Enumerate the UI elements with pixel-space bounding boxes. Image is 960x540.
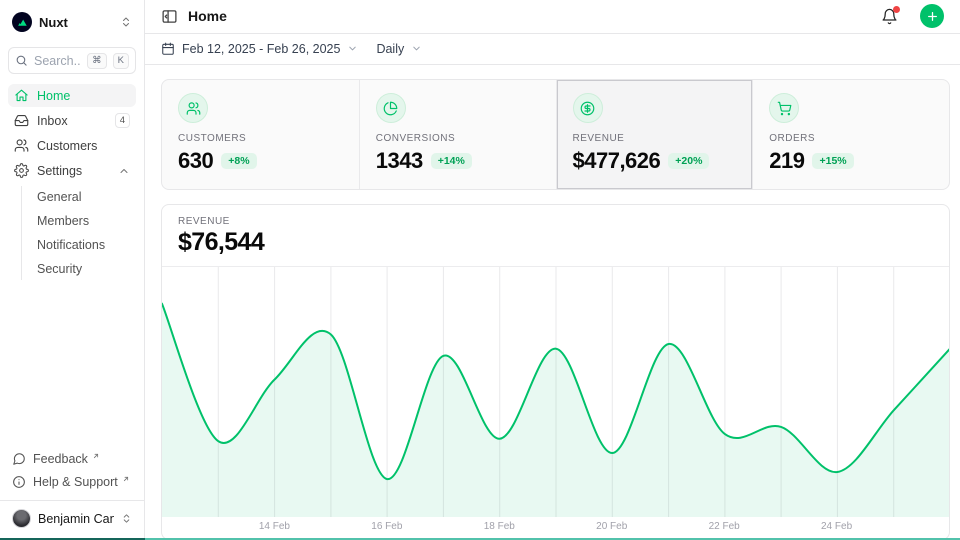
- chart-plot-area[interactable]: [162, 267, 949, 517]
- sidebar-nav: Home Inbox 4 Customers Settings: [8, 84, 136, 280]
- stat-card-revenue[interactable]: REVENUE $477,626 +20%: [556, 80, 753, 189]
- x-axis-tick: 24 Feb: [821, 521, 852, 532]
- shopping-cart-icon: [769, 93, 799, 123]
- gear-icon: [14, 163, 29, 178]
- info-circle-icon: [12, 475, 26, 489]
- period-select[interactable]: Daily: [376, 42, 422, 56]
- feedback-label: Feedback: [33, 452, 88, 466]
- page-title: Home: [188, 8, 869, 24]
- collapse-sidebar-button[interactable]: [161, 8, 178, 25]
- notification-dot: [893, 6, 900, 13]
- x-axis-tick: 22 Feb: [709, 521, 740, 532]
- x-axis-tick: 16 Feb: [371, 521, 402, 532]
- help-support-label: Help & Support: [33, 475, 118, 489]
- stat-value: $477,626: [573, 148, 661, 174]
- sidebar-footer: Feedback Help & Support: [8, 449, 136, 498]
- sidebar-item-inbox[interactable]: Inbox 4: [8, 109, 136, 132]
- inbox-icon: [14, 113, 29, 128]
- stat-value: 219: [769, 148, 804, 174]
- stat-value: 630: [178, 148, 213, 174]
- stat-value: 1343: [376, 148, 423, 174]
- inbox-count-badge: 4: [115, 113, 130, 128]
- nuxt-logo-icon: [12, 12, 32, 32]
- sidebar-item-label: Customers: [37, 139, 130, 153]
- dashboard-content: CUSTOMERS 630 +8% CONVERSIONS 1343 +14%: [145, 65, 960, 540]
- sidebar-item-settings[interactable]: Settings: [8, 159, 136, 182]
- x-axis-tick: 14 Feb: [259, 521, 290, 532]
- user-menu[interactable]: Benjamin Canac: [0, 500, 144, 532]
- chevron-up-icon: [118, 165, 130, 177]
- calendar-icon: [161, 42, 175, 56]
- dollar-circle-icon: [573, 93, 603, 123]
- home-icon: [14, 88, 29, 103]
- settings-submenu: General Members Notifications Security: [21, 186, 136, 280]
- kbd-cmd: ⌘: [87, 53, 107, 69]
- stats-row: CUSTOMERS 630 +8% CONVERSIONS 1343 +14%: [161, 79, 950, 190]
- external-link-icon: [122, 472, 130, 486]
- stat-card-conversions[interactable]: CONVERSIONS 1343 +14%: [359, 80, 556, 189]
- search-icon: [15, 54, 28, 67]
- external-link-icon: [92, 449, 100, 463]
- stat-label: CUSTOMERS: [178, 133, 343, 144]
- x-axis-tick: 18 Feb: [484, 521, 515, 532]
- users-icon: [14, 138, 29, 153]
- sidebar: Nuxt Search... ⌘ K Home: [0, 0, 145, 540]
- revenue-chart-svg: [162, 267, 950, 517]
- sidebar-item-customers[interactable]: Customers: [8, 134, 136, 157]
- search-placeholder: Search...: [34, 54, 81, 68]
- revenue-chart-card: REVENUE $76,544 14 Feb 16 Feb 18 Feb 20 …: [161, 204, 950, 540]
- sidebar-item-home[interactable]: Home: [8, 84, 136, 107]
- message-bubble-icon: [12, 452, 26, 466]
- chart-header: REVENUE $76,544: [162, 205, 949, 267]
- help-support-link[interactable]: Help & Support: [8, 472, 136, 492]
- app-window: Nuxt Search... ⌘ K Home: [0, 0, 960, 540]
- search-input[interactable]: Search... ⌘ K: [8, 47, 136, 74]
- date-range-picker[interactable]: Feb 12, 2025 - Feb 26, 2025: [161, 42, 358, 56]
- chevrons-up-down-icon: [120, 16, 132, 28]
- stat-label: REVENUE: [573, 133, 737, 144]
- sidebar-item-label: Settings: [37, 164, 110, 178]
- filters-toolbar: Feb 12, 2025 - Feb 26, 2025 Daily: [145, 34, 960, 65]
- stat-delta-badge: +8%: [221, 153, 256, 169]
- add-button[interactable]: [920, 4, 944, 28]
- period-label: Daily: [376, 42, 404, 56]
- sidebar-item-security[interactable]: Security: [33, 258, 136, 280]
- workspace-switcher[interactable]: Nuxt: [8, 9, 136, 35]
- chart-metric-value: $76,544: [178, 228, 933, 257]
- stat-card-orders[interactable]: ORDERS 219 +15%: [752, 80, 949, 189]
- chart-x-axis: 14 Feb 16 Feb 18 Feb 20 Feb 22 Feb 24 Fe…: [162, 517, 949, 539]
- sidebar-item-label: Inbox: [37, 114, 107, 128]
- kbd-k: K: [113, 53, 129, 69]
- stat-label: ORDERS: [769, 133, 933, 144]
- users-icon: [178, 93, 208, 123]
- pie-chart-icon: [376, 93, 406, 123]
- workspace-name: Nuxt: [39, 15, 113, 30]
- stat-delta-badge: +15%: [812, 153, 853, 169]
- sidebar-item-label: Home: [37, 89, 130, 103]
- sidebar-item-notifications[interactable]: Notifications: [33, 234, 136, 256]
- chevron-down-icon: [347, 43, 358, 54]
- date-range-label: Feb 12, 2025 - Feb 26, 2025: [182, 42, 340, 56]
- avatar: [12, 509, 31, 528]
- sidebar-item-general[interactable]: General: [33, 186, 136, 208]
- main-area: Home Feb 12, 2025 - Feb 26, 2025 Daily: [145, 0, 960, 540]
- x-axis-tick: 20 Feb: [596, 521, 627, 532]
- stat-card-customers[interactable]: CUSTOMERS 630 +8%: [162, 80, 359, 189]
- stat-label: CONVERSIONS: [376, 133, 540, 144]
- feedback-link[interactable]: Feedback: [8, 449, 136, 469]
- chevrons-up-down-icon: [121, 513, 132, 524]
- stat-delta-badge: +20%: [668, 153, 709, 169]
- user-name: Benjamin Canac: [38, 512, 114, 526]
- chevron-down-icon: [411, 43, 422, 54]
- sidebar-item-members[interactable]: Members: [33, 210, 136, 232]
- stat-delta-badge: +14%: [431, 153, 472, 169]
- chart-metric-label: REVENUE: [178, 216, 933, 227]
- page-header: Home: [145, 0, 960, 34]
- notifications-button[interactable]: [879, 6, 900, 27]
